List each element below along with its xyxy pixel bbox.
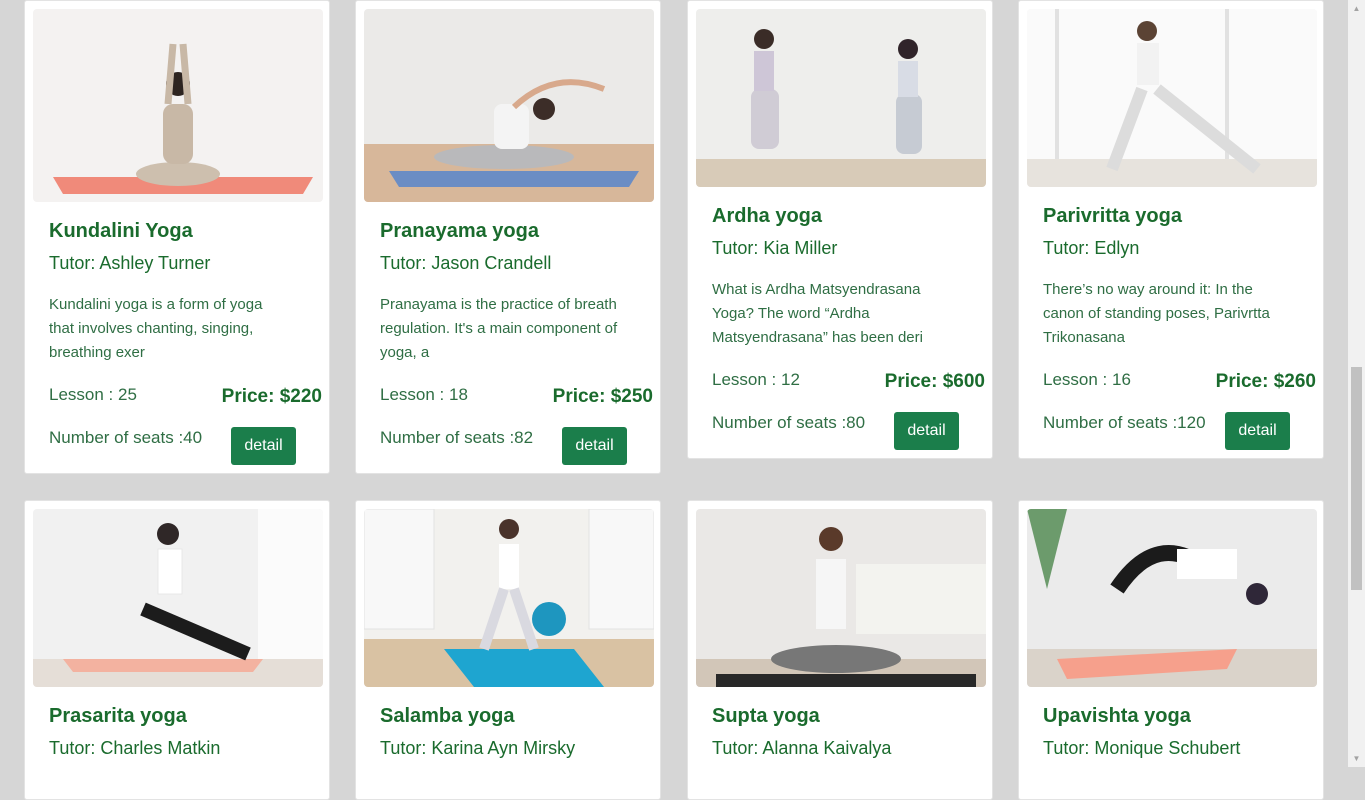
course-description: There’s no way around it: In the canon o… xyxy=(1043,281,1270,346)
course-seats: Number of seats :40 xyxy=(49,428,203,447)
detail-button[interactable]: detail xyxy=(231,427,296,465)
course-seats: Number of seats :80 xyxy=(712,413,866,432)
course-tutor: Tutor: Monique Schubert xyxy=(1043,738,1241,758)
detail-button[interactable]: detail xyxy=(562,427,627,465)
course-lessons: Lesson : 18 xyxy=(380,385,468,404)
course-image xyxy=(696,9,986,187)
course-tutor: Tutor: Alanna Kaivalya xyxy=(712,738,892,758)
scroll-up-arrow-icon[interactable]: ▲ xyxy=(1348,0,1365,17)
course-card: Prasarita yoga Tutor: Charles Matkin xyxy=(24,500,330,800)
course-image xyxy=(364,509,654,687)
vertical-scrollbar[interactable]: ▲ ▼ xyxy=(1348,0,1365,767)
course-description: Kundalini yoga is a form of yoga that in… xyxy=(49,296,263,361)
course-title: Upavishta yoga xyxy=(1043,705,1191,727)
course-tutor: Tutor: Edlyn xyxy=(1043,238,1140,258)
course-seats: Number of seats :120 xyxy=(1043,413,1206,432)
course-lessons: Lesson : 25 xyxy=(49,385,137,404)
course-tutor: Tutor: Kia Miller xyxy=(712,238,838,258)
course-tutor: Tutor: Karina Ayn Mirsky xyxy=(380,738,576,758)
detail-button[interactable]: detail xyxy=(894,412,959,450)
course-card: Ardha yoga Tutor: Kia Miller What is Ard… xyxy=(687,0,993,459)
detail-button[interactable]: detail xyxy=(1225,412,1290,450)
course-description: Pranayama is the practice of breath regu… xyxy=(380,296,618,361)
course-title: Salamba yoga xyxy=(380,705,515,727)
course-title: Parivritta yoga xyxy=(1043,205,1182,227)
course-image xyxy=(1027,9,1317,187)
course-description: What is Ardha Matsyendrasana Yoga? The w… xyxy=(712,281,923,346)
course-title: Prasarita yoga xyxy=(49,705,187,727)
course-title: Ardha yoga xyxy=(712,205,823,227)
course-tutor: Tutor: Charles Matkin xyxy=(49,738,221,758)
course-image xyxy=(1027,509,1317,687)
scroll-down-arrow-icon[interactable]: ▼ xyxy=(1348,750,1365,767)
course-image xyxy=(33,509,323,687)
course-lessons: Lesson : 16 xyxy=(1043,370,1131,389)
scrollbar-thumb[interactable] xyxy=(1351,367,1362,590)
course-tutor: Tutor: Ashley Turner xyxy=(49,253,211,273)
course-image xyxy=(696,509,986,687)
course-image xyxy=(364,9,654,202)
course-tutor: Tutor: Jason Crandell xyxy=(380,253,552,273)
course-card: Parivritta yoga Tutor: Edlyn There’s no … xyxy=(1018,0,1324,459)
course-price: Price: $250 xyxy=(552,386,653,407)
course-price: Price: $600 xyxy=(884,371,985,392)
course-title: Supta yoga xyxy=(712,705,820,727)
course-card: Pranayama yoga Tutor: Jason Crandell Pra… xyxy=(355,0,661,474)
course-title: Kundalini Yoga xyxy=(49,220,193,242)
course-price: Price: $260 xyxy=(1215,371,1316,392)
course-lessons: Lesson : 12 xyxy=(712,370,800,389)
course-price: Price: $220 xyxy=(221,386,322,407)
course-image xyxy=(33,9,323,202)
course-seats: Number of seats :82 xyxy=(380,428,534,447)
course-card: Kundalini Yoga Tutor: Ashley Turner Kund… xyxy=(24,0,330,474)
course-title: Pranayama yoga xyxy=(380,220,539,242)
course-card: Upavishta yoga Tutor: Monique Schubert xyxy=(1018,500,1324,800)
course-card: Supta yoga Tutor: Alanna Kaivalya xyxy=(687,500,993,800)
course-card: Salamba yoga Tutor: Karina Ayn Mirsky xyxy=(355,500,661,800)
